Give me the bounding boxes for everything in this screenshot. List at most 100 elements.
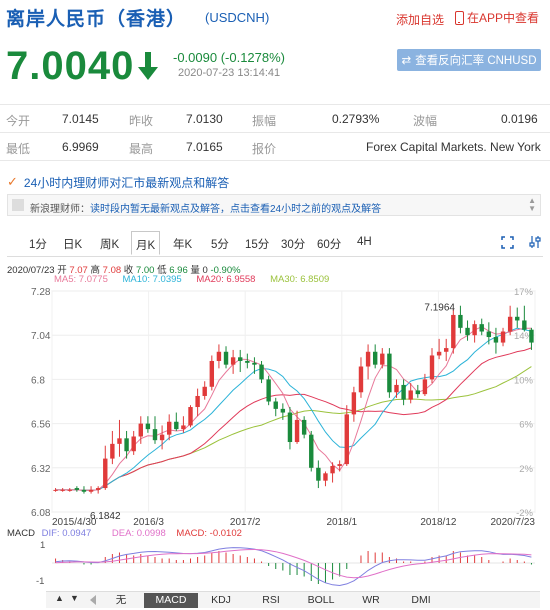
high-value: 7.0165 — [186, 140, 223, 154]
analyst-news-prefix: 新浪理财师： — [30, 204, 90, 215]
candle-body — [152, 429, 158, 441]
tab-4h[interactable]: 4H — [357, 236, 372, 248]
next-arrow-icon[interactable]: ▼ — [70, 593, 79, 603]
tab-daily[interactable]: 日K — [63, 236, 82, 252]
candlestick-chart[interactable]: 7.287.046.86.566.326.0817%14%10%6%2%-2%2… — [0, 280, 550, 528]
app-view-link[interactable]: 在APP中查看 — [455, 9, 539, 26]
candle-body — [273, 401, 278, 409]
candle-body — [88, 489, 94, 492]
tab-15min[interactable]: 15分 — [245, 236, 269, 252]
price-change: -0.0090 (-0.1278%) — [173, 50, 286, 65]
candle-body — [166, 421, 172, 435]
candle-body — [330, 465, 335, 474]
candle-body — [401, 384, 406, 400]
chart-period-tabs: 1分 日K 周K 月K 年K 5分 15分 30分 60分 4H — [7, 231, 543, 257]
candle-body — [458, 314, 463, 328]
app-view-label: 在APP中查看 — [467, 11, 540, 25]
volatility-value: 0.0196 — [501, 112, 538, 126]
analyst-news-body[interactable]: 读时段内暂无最新观点及解答，点击查看24小时之前的观点及解答 — [90, 204, 381, 215]
quote-source-label: 报价 — [252, 142, 277, 156]
analyst-news-link[interactable]: ✓ 24小时内理财师对汇市最新观点和解答 — [7, 172, 543, 192]
y-tick-label: 7.04 — [31, 331, 51, 342]
avatar-icon — [12, 199, 24, 211]
candle-body — [422, 379, 428, 395]
indicator-boll[interactable]: BOLL — [294, 593, 348, 608]
scroll-arrows-icon[interactable]: ▲ ▼ — [528, 197, 536, 213]
analyst-news-headline: 24小时内理财师对汇市最新观点和解答 — [23, 175, 230, 190]
y-tick-label: 7.28 — [31, 287, 51, 298]
x-tick-label: 2018/12 — [420, 517, 457, 528]
candle-body — [159, 434, 165, 441]
checkmark-icon: ✓ — [7, 174, 18, 189]
tab-60min[interactable]: 60分 — [317, 236, 341, 252]
candle-body — [387, 353, 392, 393]
prev-close-value: 7.0130 — [186, 112, 223, 126]
candle-body — [529, 329, 534, 343]
candle-body — [365, 351, 371, 367]
candle-body — [202, 386, 207, 396]
indicator-dmi[interactable]: DMI — [394, 593, 448, 608]
candle-body — [230, 357, 236, 365]
indicator-none[interactable]: 无 — [94, 593, 148, 608]
candle-body — [351, 392, 357, 415]
max-annotation: 7.1964 — [424, 302, 455, 313]
down-arrow-icon — [138, 52, 158, 80]
candle-body — [60, 489, 65, 491]
indicator-macd[interactable]: MACD — [144, 593, 198, 608]
candle-body — [266, 379, 271, 402]
candle-body — [444, 348, 449, 352]
candle-body — [301, 419, 307, 435]
fullscreen-icon[interactable] — [501, 236, 514, 249]
tab-1min[interactable]: 1分 — [29, 236, 47, 252]
candle-body — [344, 414, 349, 465]
candle-body — [337, 464, 342, 466]
candle-body — [209, 360, 215, 387]
tab-weekly[interactable]: 周K — [100, 236, 119, 252]
ma20-line — [55, 347, 532, 491]
macd-chart[interactable]: 1 -1 — [0, 536, 550, 590]
candle-body — [479, 324, 484, 332]
candle-body — [138, 423, 143, 437]
candle-body — [493, 337, 499, 343]
candle-body — [280, 408, 286, 413]
candle-body — [316, 467, 321, 481]
add-favorite-link[interactable]: 添加自选 — [396, 11, 444, 28]
tab-30min[interactable]: 30分 — [281, 236, 305, 252]
y-tick-label: 6.08 — [31, 508, 51, 519]
indicator-kdj[interactable]: KDJ — [194, 593, 248, 608]
y-tick-label: -1 — [36, 576, 44, 587]
candle-body — [223, 351, 229, 365]
candle-body — [394, 384, 399, 393]
candle-body — [174, 421, 179, 430]
phone-icon — [455, 10, 464, 25]
quote-timestamp: 2020-07-23 13:14:41 — [178, 67, 281, 79]
indicator-rsi[interactable]: RSI — [244, 593, 298, 608]
page-title: 离岸人民币（香港） — [6, 9, 187, 30]
candle-body — [486, 331, 492, 338]
volatility-label: 波幅 — [413, 114, 438, 128]
tab-yearly[interactable]: 年K — [173, 236, 192, 252]
prev-arrow-icon[interactable]: ▲ — [55, 593, 64, 603]
y-tick-label: 6.56 — [31, 420, 51, 431]
low-value: 6.9969 — [62, 140, 99, 154]
settings-icon[interactable] — [529, 235, 541, 249]
tab-monthly[interactable]: 月K — [131, 231, 161, 255]
pct-tick-label: 10% — [514, 375, 534, 386]
ohlc-date: 2020/07/23 — [7, 265, 55, 276]
candle-body — [238, 357, 243, 361]
tab-5min[interactable]: 5分 — [211, 236, 229, 252]
pct-tick-label: 2% — [519, 464, 533, 475]
candle-body — [216, 351, 222, 361]
candle-body — [103, 458, 108, 489]
candle-body — [358, 366, 364, 393]
x-tick-label: 2018/1 — [327, 517, 358, 528]
candle-body — [181, 425, 186, 430]
indicator-wr[interactable]: WR — [344, 593, 398, 608]
candle-body — [522, 320, 527, 330]
candle-body — [131, 436, 136, 452]
stats-row: 最低 6.9969 最高 7.0165 报价 Forex Capital Mar… — [0, 133, 550, 161]
amplitude-value: 0.2793% — [332, 112, 380, 126]
candle-body — [287, 412, 293, 443]
candle-body — [110, 443, 115, 459]
reverse-rate-button[interactable]: ⇄ 查看反向汇率 CNHUSD — [397, 49, 541, 71]
